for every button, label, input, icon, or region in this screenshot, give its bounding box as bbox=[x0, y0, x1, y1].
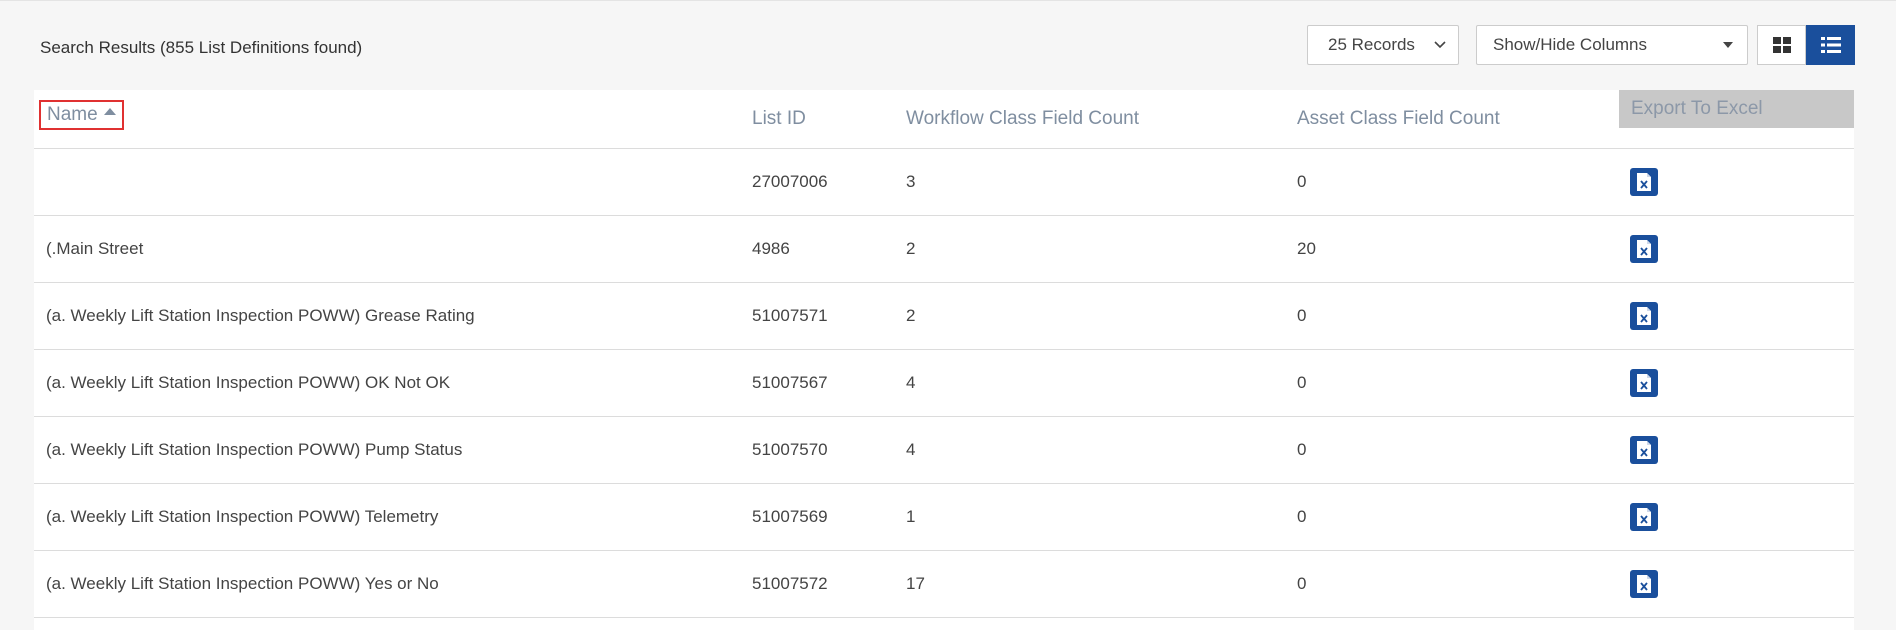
row-export-cell bbox=[1630, 350, 1658, 416]
row-workflow-count: 3 bbox=[906, 172, 916, 191]
asset-count-column-header[interactable]: Asset Class Field Count bbox=[1297, 90, 1500, 148]
row-list-id: 51007567 bbox=[752, 373, 828, 392]
excel-file-icon bbox=[1637, 374, 1651, 392]
table-row[interactable]: (a. Weekly Lift Station Inspection POWW)… bbox=[34, 283, 1854, 350]
list-view-button[interactable] bbox=[1806, 25, 1855, 65]
row-list-id: 4986 bbox=[752, 239, 790, 258]
row-asset-count: 0 bbox=[1297, 574, 1307, 593]
export-excel-button[interactable] bbox=[1630, 503, 1658, 531]
row-asset-count: 0 bbox=[1297, 172, 1307, 191]
table-row[interactable]: (a. Weekly Lift Station Inspection POWW)… bbox=[34, 350, 1854, 417]
row-workflow-count: 4 bbox=[906, 373, 916, 392]
excel-file-icon bbox=[1637, 508, 1651, 526]
name-column-header[interactable]: Name bbox=[39, 100, 124, 130]
row-workflow-count: 1 bbox=[906, 507, 916, 526]
grid-view-button[interactable] bbox=[1757, 25, 1806, 65]
table-header-row: Name List ID Workflow Class Field Count … bbox=[34, 90, 1854, 149]
table-row[interactable]: 27007006 3 0 bbox=[34, 149, 1854, 216]
row-export-cell bbox=[1630, 216, 1658, 282]
row-asset-count: 0 bbox=[1297, 306, 1307, 325]
row-workflow-count: 2 bbox=[906, 306, 916, 325]
show-hide-columns-label: Show/Hide Columns bbox=[1493, 35, 1648, 54]
row-export-cell bbox=[1630, 149, 1658, 215]
row-list-id: 27007006 bbox=[752, 172, 828, 191]
excel-file-icon bbox=[1637, 575, 1651, 593]
row-name: (a. Weekly Lift Station Inspection POWW)… bbox=[46, 507, 439, 526]
row-name: (a. Weekly Lift Station Inspection POWW)… bbox=[46, 440, 463, 459]
export-column-header: Export To Excel bbox=[1619, 90, 1854, 128]
export-excel-button[interactable] bbox=[1630, 369, 1658, 397]
row-asset-count: 20 bbox=[1297, 239, 1316, 258]
row-asset-count: 0 bbox=[1297, 507, 1307, 526]
export-excel-button[interactable] bbox=[1630, 302, 1658, 330]
excel-file-icon bbox=[1637, 307, 1651, 325]
row-name: (a. Weekly Lift Station Inspection POWW)… bbox=[46, 306, 475, 325]
table-row[interactable]: (a. Weekly Lift Station Inspection POWW)… bbox=[34, 551, 1854, 618]
grid-icon bbox=[1772, 37, 1791, 53]
export-excel-button[interactable] bbox=[1630, 168, 1658, 196]
list-definitions-table: Name List ID Workflow Class Field Count … bbox=[34, 90, 1854, 630]
table-body: 27007006 3 0 (.Main Street 4986 2 20 (a. Weekly… bbox=[34, 149, 1854, 618]
row-workflow-count: 2 bbox=[906, 239, 916, 258]
name-header-label: Name bbox=[47, 104, 98, 125]
row-workflow-count: 17 bbox=[906, 574, 925, 593]
list-icon bbox=[1820, 37, 1841, 53]
row-name: (.Main Street bbox=[46, 239, 144, 258]
records-per-page-value: 25 Records bbox=[1328, 35, 1415, 54]
excel-file-icon bbox=[1637, 173, 1651, 191]
row-export-cell bbox=[1630, 484, 1658, 550]
row-export-cell bbox=[1630, 283, 1658, 349]
table-row-partial bbox=[34, 618, 1854, 630]
table-row[interactable]: (.Main Street 4986 2 20 bbox=[34, 216, 1854, 283]
results-toolbar: Search Results (855 List Definitions fou… bbox=[0, 1, 1896, 90]
excel-file-icon bbox=[1637, 240, 1651, 258]
row-export-cell bbox=[1630, 417, 1658, 483]
row-list-id: 51007570 bbox=[752, 440, 828, 459]
row-export-cell bbox=[1630, 551, 1658, 617]
row-name: (a. Weekly Lift Station Inspection POWW)… bbox=[46, 373, 451, 392]
row-list-id: 51007572 bbox=[752, 574, 828, 593]
row-asset-count: 0 bbox=[1297, 373, 1307, 392]
list-id-column-header[interactable]: List ID bbox=[752, 90, 806, 148]
table-row[interactable]: (a. Weekly Lift Station Inspection POWW)… bbox=[34, 484, 1854, 551]
export-excel-button[interactable] bbox=[1630, 235, 1658, 263]
show-hide-columns-select[interactable]: Show/Hide Columns bbox=[1476, 25, 1748, 65]
excel-file-icon bbox=[1637, 441, 1651, 459]
records-per-page-select[interactable]: 25 Records bbox=[1307, 25, 1459, 65]
export-excel-button[interactable] bbox=[1630, 436, 1658, 464]
row-list-id: 51007569 bbox=[752, 507, 828, 526]
search-results-summary: Search Results (855 List Definitions fou… bbox=[40, 38, 363, 57]
row-name: (a. Weekly Lift Station Inspection POWW)… bbox=[46, 574, 439, 593]
chevron-down-icon bbox=[1434, 41, 1446, 49]
row-workflow-count: 4 bbox=[906, 440, 916, 459]
export-excel-button[interactable] bbox=[1630, 570, 1658, 598]
caret-down-icon bbox=[1723, 42, 1733, 48]
row-asset-count: 0 bbox=[1297, 440, 1307, 459]
row-list-id: 51007571 bbox=[752, 306, 828, 325]
table-row[interactable]: (a. Weekly Lift Station Inspection POWW)… bbox=[34, 417, 1854, 484]
workflow-count-column-header[interactable]: Workflow Class Field Count bbox=[906, 90, 1139, 148]
sort-ascending-icon bbox=[103, 107, 116, 115]
